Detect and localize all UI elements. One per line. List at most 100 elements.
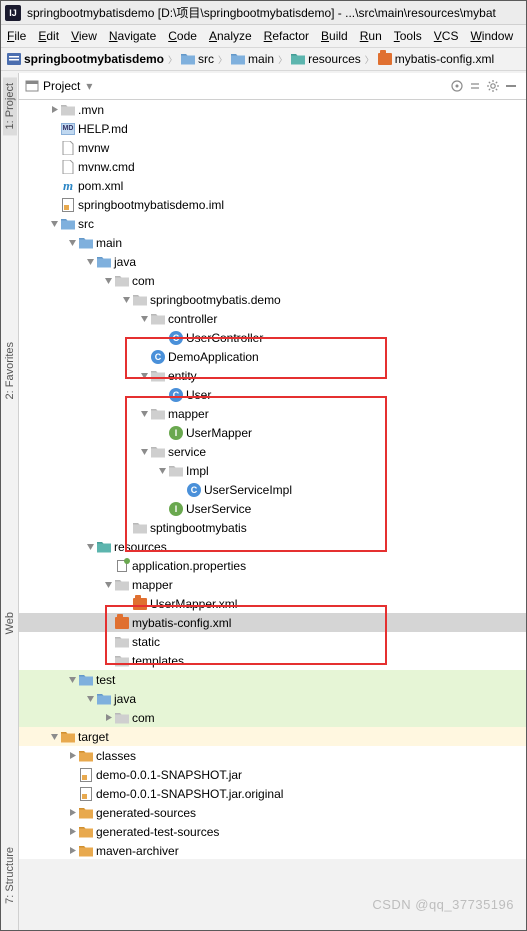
breadcrumb-item[interactable]: springbootmybatisdemo — [7, 52, 164, 66]
hide-icon[interactable] — [502, 77, 520, 95]
menu-file[interactable]: File — [1, 27, 32, 45]
tree-node[interactable]: IUserService — [19, 499, 526, 518]
tree-node[interactable]: mybatis-config.xml — [19, 613, 526, 632]
expand-arrow-icon[interactable] — [65, 675, 79, 684]
tree-node[interactable]: entity — [19, 366, 526, 385]
md-icon: MD — [61, 122, 75, 136]
toolwindow-tab-structure[interactable]: 7: Structure — [3, 841, 17, 910]
tree-node[interactable]: mvnw — [19, 138, 526, 157]
tree-node[interactable]: controller — [19, 309, 526, 328]
tree-node[interactable]: templates — [19, 651, 526, 670]
tree-node[interactable]: CUserController — [19, 328, 526, 347]
tree-node[interactable]: IUserMapper — [19, 423, 526, 442]
tree-node-label: java — [114, 255, 136, 269]
expand-arrow-icon[interactable] — [65, 751, 79, 760]
tree-node[interactable]: demo-0.0.1-SNAPSHOT.jar — [19, 765, 526, 784]
tree-node-label: springbootmybatisdemo.iml — [78, 198, 224, 212]
tree-node[interactable]: com — [19, 271, 526, 290]
project-tree[interactable]: .mvnMDHELP.mdmvnwmvnw.cmdmpom.xml springb… — [19, 100, 526, 859]
tree-node[interactable]: sptingbootmybatis — [19, 518, 526, 537]
expand-arrow-icon[interactable] — [137, 447, 151, 456]
menu-build[interactable]: Build — [315, 27, 354, 45]
expand-arrow-icon[interactable] — [83, 694, 97, 703]
tree-node[interactable]: static — [19, 632, 526, 651]
module-icon — [7, 52, 21, 66]
tree-node[interactable]: CUserServiceImpl — [19, 480, 526, 499]
tree-node[interactable]: generated-sources — [19, 803, 526, 822]
menu-view[interactable]: View — [65, 27, 103, 45]
tree-node[interactable]: springbootmybatisdemo.iml — [19, 195, 526, 214]
folder-orange-icon — [79, 806, 93, 820]
menu-analyze[interactable]: Analyze — [203, 27, 258, 45]
toolwindow-tab-favorites[interactable]: 2: Favorites — [3, 336, 17, 405]
expand-arrow-icon[interactable] — [101, 713, 115, 722]
tree-node[interactable]: mapper — [19, 575, 526, 594]
gear-icon[interactable] — [484, 77, 502, 95]
toolwindow-tab-web[interactable]: Web — [3, 606, 17, 640]
tree-node[interactable]: Impl — [19, 461, 526, 480]
tree-node[interactable]: MDHELP.md — [19, 119, 526, 138]
expand-arrow-icon[interactable] — [65, 808, 79, 817]
expand-arrow-icon[interactable] — [155, 466, 169, 475]
breadcrumb-item[interactable]: resources — [291, 52, 361, 66]
menu-window[interactable]: Window — [464, 27, 519, 45]
menu-vcs[interactable]: VCS — [428, 27, 465, 45]
tree-node[interactable]: CUser — [19, 385, 526, 404]
tree-node[interactable]: resources — [19, 537, 526, 556]
tree-node[interactable]: com — [19, 708, 526, 727]
expand-arrow-icon[interactable] — [119, 295, 133, 304]
tree-node[interactable]: CDemoApplication — [19, 347, 526, 366]
expand-arrow-icon[interactable] — [83, 542, 97, 551]
expand-arrow-icon[interactable] — [101, 276, 115, 285]
tree-node[interactable]: mapper — [19, 404, 526, 423]
expand-arrow-icon[interactable] — [65, 827, 79, 836]
folder-blue-icon — [79, 236, 93, 250]
expand-arrow-icon[interactable] — [83, 257, 97, 266]
toolwindow-tab-project[interactable]: 1: Project — [3, 77, 17, 135]
tree-node[interactable]: java — [19, 689, 526, 708]
tree-node[interactable]: application.properties — [19, 556, 526, 575]
menu-tools[interactable]: Tools — [388, 27, 428, 45]
tree-node[interactable]: UserMapper.xml — [19, 594, 526, 613]
expand-arrow-icon[interactable] — [47, 105, 61, 114]
tree-node[interactable]: main — [19, 233, 526, 252]
collapse-all-icon[interactable] — [466, 77, 484, 95]
expand-arrow-icon[interactable] — [137, 371, 151, 380]
menu-refactor[interactable]: Refactor — [258, 27, 315, 45]
xml-icon — [378, 52, 392, 66]
tree-node[interactable]: springbootmybatis.demo — [19, 290, 526, 309]
c-icon: C — [169, 331, 183, 345]
expand-arrow-icon[interactable] — [65, 238, 79, 247]
tree-node[interactable]: mpom.xml — [19, 176, 526, 195]
expand-arrow-icon[interactable] — [137, 314, 151, 323]
tree-node[interactable]: target — [19, 727, 526, 746]
expand-arrow-icon[interactable] — [47, 732, 61, 741]
expand-arrow-icon[interactable] — [101, 580, 115, 589]
tree-node[interactable]: demo-0.0.1-SNAPSHOT.jar.original — [19, 784, 526, 803]
c-icon: C — [169, 388, 183, 402]
breadcrumb-item[interactable]: mybatis-config.xml — [378, 52, 494, 66]
navigation-bar[interactable]: springbootmybatisdemo〉src〉main〉resources… — [1, 48, 526, 71]
expand-arrow-icon[interactable] — [65, 846, 79, 855]
scroll-from-source-icon[interactable] — [448, 77, 466, 95]
menu-run[interactable]: Run — [354, 27, 388, 45]
project-view-selector[interactable]: Project ▾ — [25, 79, 92, 93]
breadcrumb-item[interactable]: main — [231, 52, 274, 66]
menu-edit[interactable]: Edit — [32, 27, 65, 45]
expand-arrow-icon[interactable] — [137, 409, 151, 418]
tree-node[interactable]: generated-test-sources — [19, 822, 526, 841]
tree-node[interactable]: mvnw.cmd — [19, 157, 526, 176]
folder-gray-icon — [151, 369, 165, 383]
tree-node[interactable]: service — [19, 442, 526, 461]
tree-node[interactable]: java — [19, 252, 526, 271]
tree-node[interactable]: .mvn — [19, 100, 526, 119]
breadcrumb-item[interactable]: src — [181, 52, 214, 66]
tree-node[interactable]: src — [19, 214, 526, 233]
expand-arrow-icon[interactable] — [47, 219, 61, 228]
menu-code[interactable]: Code — [162, 27, 203, 45]
tree-node[interactable]: test — [19, 670, 526, 689]
tree-node[interactable]: maven-archiver — [19, 841, 526, 859]
folder-orange-icon — [61, 730, 75, 744]
tree-node[interactable]: classes — [19, 746, 526, 765]
menu-navigate[interactable]: Navigate — [103, 27, 162, 45]
